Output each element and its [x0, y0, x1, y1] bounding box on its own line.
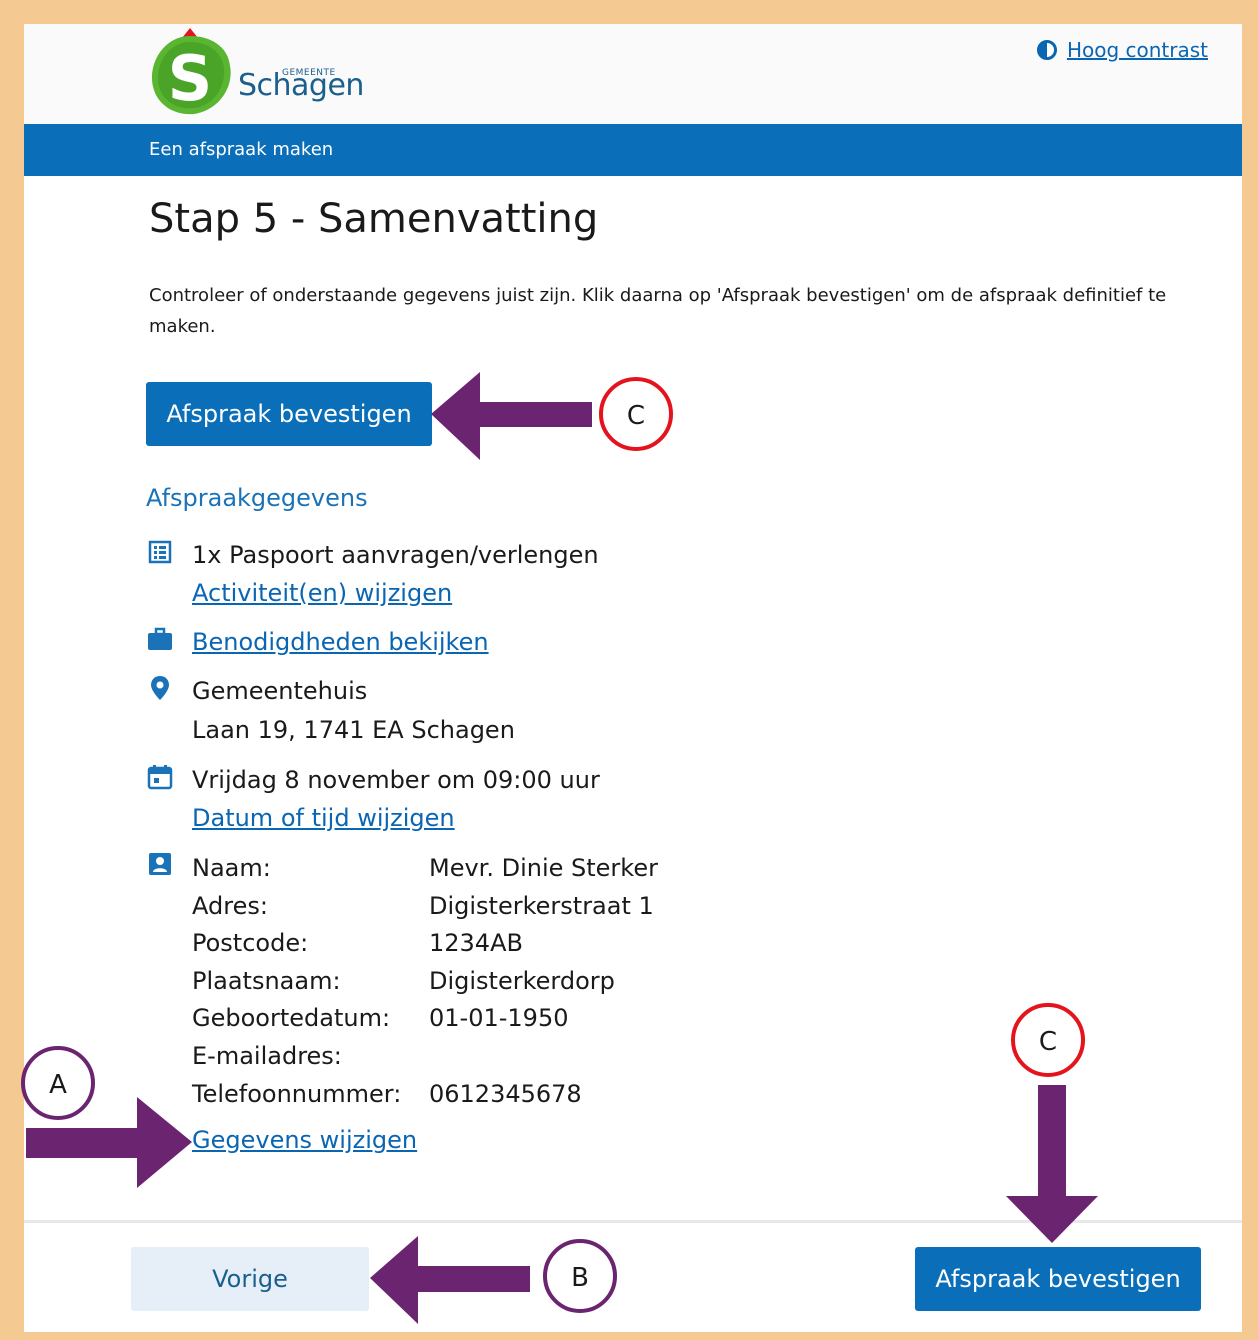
breadcrumb: Een afspraak maken — [149, 139, 334, 160]
detail-label: Geboortedatum: — [192, 1004, 391, 1033]
activity-text: 1x Paspoort aanvragen/verlengen — [192, 541, 599, 569]
calendar-icon — [147, 765, 173, 790]
detail-value: Digisterkerstraat 1 — [429, 891, 654, 920]
logo-mark-icon: S — [152, 28, 231, 115]
logo-wordmark: Schagen — [238, 68, 364, 103]
contrast-icon — [1036, 40, 1057, 60]
location-name: Gemeentehuis — [192, 677, 368, 705]
briefcase-icon — [148, 627, 172, 650]
section-title: Afspraakgegevens — [146, 484, 368, 512]
arrow-left-icon — [431, 372, 592, 460]
change-datetime-link[interactable]: Datum of tijd wijzigen — [192, 799, 455, 837]
datetime-text: Vrijdag 8 november om 09:00 uur — [192, 766, 600, 794]
breadcrumb-bar: Een afspraak maken — [24, 124, 1242, 176]
schagen-logo[interactable]: S GEMEENTE Schagen — [150, 28, 364, 120]
detail-label: E-mailadres: — [192, 1042, 342, 1070]
high-contrast-label: Hoog contrast — [1066, 38, 1208, 62]
page-title: Stap 5 - Samenvatting — [149, 196, 599, 242]
confirm-button-bottom[interactable]: Afspraak bevestigen — [915, 1247, 1201, 1311]
arrow-right-icon — [26, 1097, 192, 1188]
site-header: S GEMEENTE Schagen Hoog contrast — [24, 24, 1242, 124]
footer-divider — [24, 1220, 1242, 1223]
list-icon — [148, 540, 172, 564]
detail-label: Plaatsnaam: — [192, 966, 341, 995]
detail-value: Mevr. Dinie Sterker — [429, 854, 658, 882]
location-address: Laan 19, 1741 EA Schagen — [192, 716, 515, 744]
detail-label: Adres: — [192, 891, 268, 920]
contact-card-icon — [149, 853, 171, 875]
high-contrast-link[interactable]: Hoog contrast — [1036, 38, 1208, 62]
detail-label: Naam: — [192, 854, 271, 882]
intro-text: Controleer of onderstaande gegevens juis… — [149, 285, 1167, 337]
detail-label: Postcode: — [192, 929, 309, 958]
svg-text:S: S — [168, 42, 213, 115]
arrow-left-icon — [370, 1236, 530, 1324]
requirements-link[interactable]: Benodigdheden bekijken — [192, 623, 489, 661]
detail-value: 0612345678 — [429, 1079, 582, 1108]
change-details-link[interactable]: Gegevens wijzigen — [192, 1122, 417, 1160]
detail-label: Telefoonnummer: — [192, 1079, 402, 1108]
detail-value: 01-01-1950 — [429, 1004, 569, 1033]
previous-button[interactable]: Vorige — [131, 1247, 369, 1311]
detail-value: Digisterkerdorp — [429, 966, 615, 995]
detail-value: 1234AB — [429, 929, 523, 958]
page-frame: S GEMEENTE Schagen Hoog contrast Een afs… — [24, 24, 1242, 1332]
change-activity-link[interactable]: Activiteit(en) wijzigen — [192, 574, 452, 612]
location-pin-icon — [151, 676, 169, 700]
confirm-button-top[interactable]: Afspraak bevestigen — [146, 382, 432, 446]
